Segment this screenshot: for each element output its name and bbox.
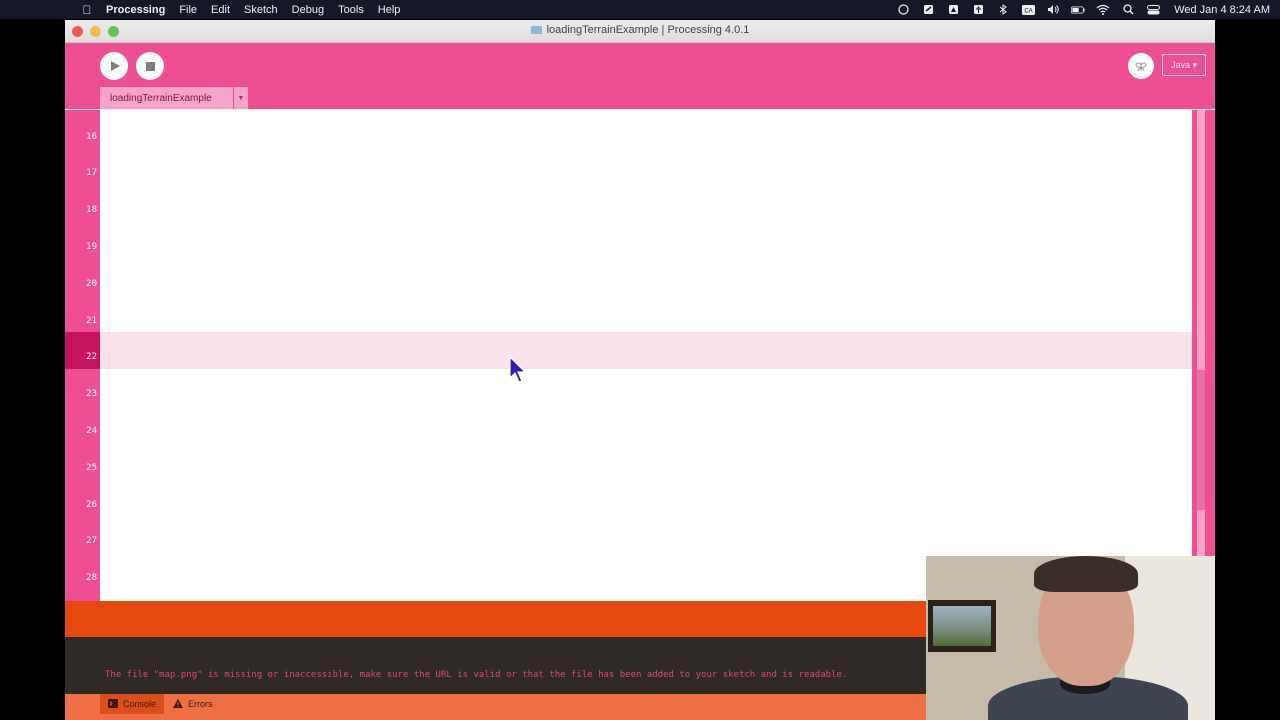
menu-tools[interactable]: Tools	[338, 4, 364, 16]
painting-art	[933, 606, 991, 646]
line-number: 26	[86, 500, 97, 510]
line-number: 25	[86, 463, 97, 473]
spotlight-icon[interactable]	[1121, 4, 1135, 15]
play-icon	[111, 61, 120, 71]
toolbar: Java ▾ loadingTerrainExample ▼	[65, 43, 1215, 109]
tab-menu-button[interactable]: ▼	[234, 87, 248, 109]
stop-button[interactable]	[136, 52, 164, 80]
mouse-pointer-icon	[509, 356, 527, 383]
menu-sketch[interactable]: Sketch	[244, 4, 278, 16]
terminal-icon	[108, 698, 118, 710]
line-number: 23	[86, 389, 97, 399]
creative-cloud-icon[interactable]	[896, 4, 910, 15]
control-center-icon[interactable]	[1146, 4, 1160, 15]
tab-errors-label: Errors	[188, 699, 213, 709]
tab-console[interactable]: Console	[100, 694, 165, 714]
line-number: 16	[86, 132, 97, 142]
battery-icon[interactable]	[1071, 4, 1085, 15]
current-line-marker	[65, 332, 100, 369]
line-number: 27	[86, 536, 97, 546]
line-number-gutter: 16 17 18 19 20 21 22 23 24 25 26 27 28	[65, 110, 100, 601]
menu-help[interactable]: Help	[378, 4, 401, 16]
debugger-button[interactable]	[1128, 53, 1154, 79]
editor-scrollbar-thumb[interactable]	[1197, 370, 1205, 510]
tab-console-label: Console	[123, 699, 157, 709]
volume-icon[interactable]	[1046, 4, 1060, 15]
line-number: 19	[86, 242, 97, 252]
wifi-icon[interactable]	[1096, 4, 1110, 15]
line-number: 20	[86, 279, 97, 289]
run-button[interactable]	[100, 52, 128, 80]
tab-sketch[interactable]: loadingTerrainExample	[100, 87, 233, 109]
line-number: 21	[86, 316, 97, 326]
bluetooth-icon[interactable]	[996, 4, 1010, 15]
warning-icon	[173, 698, 183, 710]
line-number: 22	[86, 352, 97, 362]
line-number: 18	[86, 205, 97, 215]
folder-icon	[530, 26, 542, 35]
input-source-label: CA	[1024, 8, 1032, 14]
drive-icon[interactable]	[946, 4, 960, 15]
editor-scrollbar[interactable]	[1197, 110, 1205, 601]
console-message: The file "map.png" is missing or inacces…	[105, 670, 848, 680]
mode-selector[interactable]: Java ▾	[1162, 54, 1206, 76]
code-editor[interactable]	[100, 110, 1192, 601]
menu-bar:  Processing File Edit Sketch Debug Tool…	[0, 0, 1280, 19]
line-number: 17	[86, 168, 97, 178]
window-title: loadingTerrainExample | Processing 4.0.1	[65, 24, 1215, 36]
menu-edit[interactable]: Edit	[211, 4, 230, 16]
window-titlebar: loadingTerrainExample | Processing 4.0.1	[65, 20, 1215, 43]
line-number: 28	[86, 573, 97, 583]
tab-errors[interactable]: Errors	[165, 694, 221, 714]
line-number: 24	[86, 426, 97, 436]
window-title-text: loadingTerrainExample | Processing 4.0.1	[546, 24, 750, 36]
presenter-hair	[1034, 556, 1138, 592]
accessibility-icon[interactable]	[971, 4, 985, 15]
menu-file[interactable]: File	[179, 4, 197, 16]
butterfly-icon	[1135, 62, 1147, 72]
menu-debug[interactable]: Debug	[292, 4, 324, 16]
menubar-clock[interactable]: Wed Jan 4 8:24 AM	[1174, 4, 1270, 16]
menu-app-name[interactable]: Processing	[106, 4, 165, 16]
webcam-overlay	[926, 556, 1215, 720]
input-source-icon[interactable]: CA	[1021, 4, 1035, 15]
sync-icon[interactable]	[921, 4, 935, 15]
current-line-highlight	[100, 332, 1192, 369]
stop-icon	[145, 61, 155, 71]
status-area: CA Wed Jan 4 8:24 AM	[885, 0, 1270, 19]
apple-icon[interactable]: 	[80, 3, 94, 17]
